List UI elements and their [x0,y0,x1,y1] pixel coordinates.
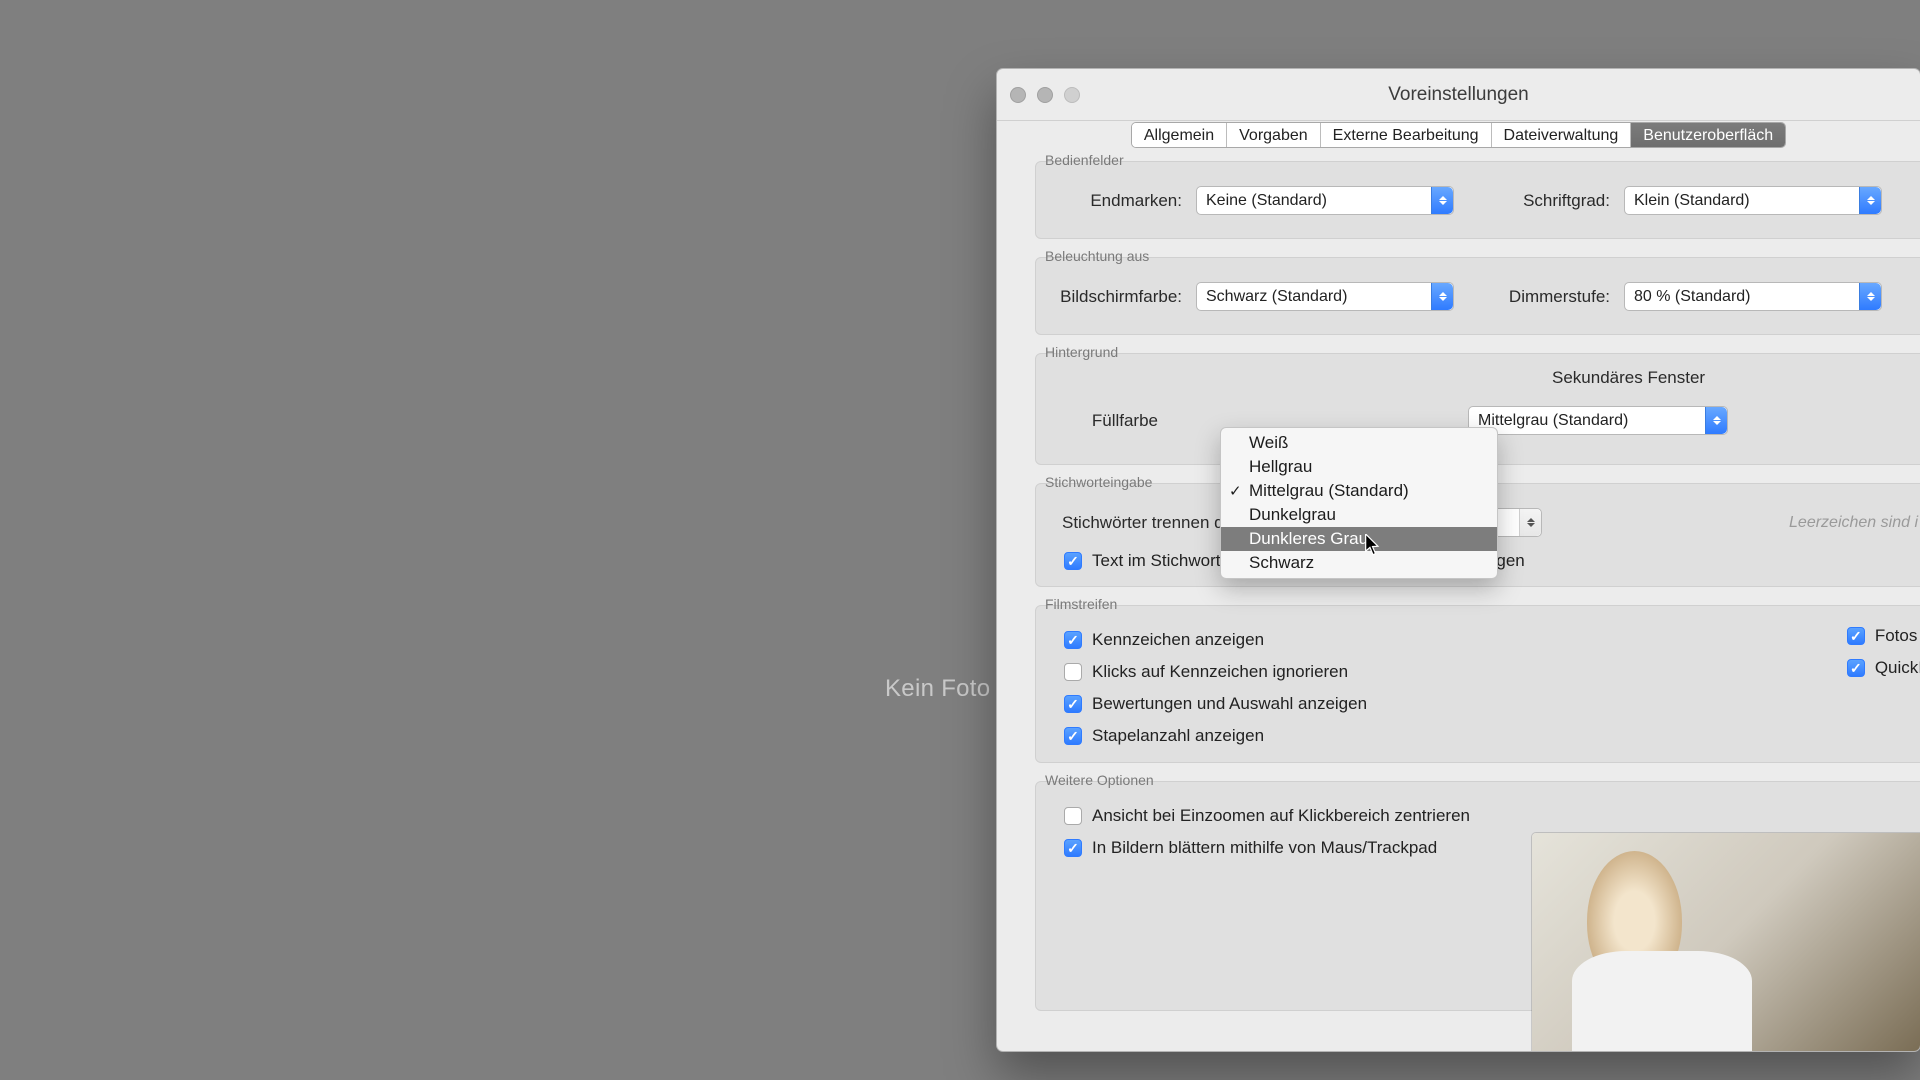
section-title: Stichworteingabe [1042,474,1155,490]
section-title: Hintergrund [1042,344,1121,360]
sekundaer-select[interactable]: Mittelgrau (Standard) [1468,406,1728,435]
tab-vorgaben[interactable]: Vorgaben [1227,123,1321,147]
schriftgrad-value: Klein (Standard) [1634,192,1750,210]
checkbox-icon [1064,631,1082,649]
einzoomen-label: Ansicht bei Einzoomen auf Klickbereich z… [1092,806,1470,826]
fuellfarbe-dropdown[interactable]: WeißHellgrauMittelgrau (Standard)Dunkelg… [1220,427,1498,579]
chevron-updown-icon [1859,283,1881,310]
tabbar: Allgemein Vorgaben Externe Bearbeitung D… [997,122,1920,148]
dropdown-option[interactable]: Dunkleres Grau [1221,527,1497,551]
section-filmstreifen: Filmstreifen Kennzeichen anzeigen Klicks… [1035,605,1920,763]
dropdown-option[interactable]: Schwarz [1221,551,1497,575]
einzoomen-checkbox[interactable]: Ansicht bei Einzoomen auf Klickbereich z… [1064,806,1920,826]
tab-allgemein[interactable]: Allgemein [1132,123,1227,147]
checkbox-icon [1064,695,1082,713]
tab-benutzeroberflaeche[interactable]: Benutzeroberfläch [1631,123,1785,147]
checkbox-icon [1064,727,1082,745]
dimmerstufe-select[interactable]: 80 % (Standard) [1624,282,1882,311]
blaettern-label: In Bildern blättern mithilfe von Maus/Tr… [1092,838,1437,858]
chevron-updown-icon [1431,187,1453,214]
schriftgrad-select[interactable]: Klein (Standard) [1624,186,1882,215]
section-title: Bedienfelder [1042,152,1127,168]
leerzeichen-note: Leerzeichen sind i [1789,514,1920,532]
webcam-thumbnail [1532,833,1920,1051]
chevron-updown-icon [1519,509,1541,536]
kennzeichen-checkbox[interactable]: Kennzeichen anzeigen [1064,630,1920,650]
checkbox-icon [1847,659,1865,677]
dimmerstufe-value: 80 % (Standard) [1634,288,1751,306]
minimize-icon[interactable] [1037,87,1053,103]
quickinfo-checkbox[interactable]: QuickInf [1847,658,1920,678]
dropdown-option[interactable]: Hellgrau [1221,455,1497,479]
dropdown-option[interactable]: Dunkelgrau [1221,503,1497,527]
close-icon[interactable] [1010,87,1026,103]
bildschirmfarbe-label: Bildschirmfarbe: [1060,287,1182,307]
dimmerstufe-label: Dimmerstufe: [1468,287,1610,307]
endmarken-label: Endmarken: [1060,191,1182,211]
fuellfarbe-label: Füllfarbe [1060,411,1158,431]
section-title: Filmstreifen [1042,596,1120,612]
kennzeichen-label: Kennzeichen anzeigen [1092,630,1264,650]
fotos-im-label: Fotos im [1875,626,1920,646]
chevron-updown-icon [1859,187,1881,214]
checkbox-icon [1847,627,1865,645]
window-title: Voreinstellungen [997,84,1920,106]
titlebar: Voreinstellungen [997,69,1920,121]
section-bedienfelder: Bedienfelder Endmarken: Keine (Standard)… [1035,161,1920,239]
section-title: Beleuchtung aus [1042,248,1152,264]
quickinfo-label: QuickInf [1875,658,1920,678]
endmarken-select[interactable]: Keine (Standard) [1196,186,1454,215]
preferences-window: Voreinstellungen Allgemein Vorgaben Exte… [996,68,1920,1052]
bildschirmfarbe-value: Schwarz (Standard) [1206,288,1347,306]
klicks-label: Klicks auf Kennzeichen ignorieren [1092,662,1348,682]
mouse-cursor-icon [1365,534,1381,556]
chevron-updown-icon [1431,283,1453,310]
klicks-checkbox[interactable]: Klicks auf Kennzeichen ignorieren [1064,662,1920,682]
section-title: Weitere Optionen [1042,772,1157,788]
sekundaer-value: Mittelgrau (Standard) [1478,412,1628,430]
fotos-im-checkbox[interactable]: Fotos im [1847,626,1920,646]
bewertungen-checkbox[interactable]: Bewertungen und Auswahl anzeigen [1064,694,1920,714]
sekundaer-heading: Sekundäres Fenster [1552,368,1705,388]
stapelanzahl-checkbox[interactable]: Stapelanzahl anzeigen [1064,726,1920,746]
dropdown-option[interactable]: Mittelgrau (Standard) [1221,479,1497,503]
checkbox-icon [1064,807,1082,825]
checkbox-icon [1064,663,1082,681]
checkbox-icon [1064,552,1082,570]
stapelanzahl-label: Stapelanzahl anzeigen [1092,726,1264,746]
bildschirmfarbe-select[interactable]: Schwarz (Standard) [1196,282,1454,311]
section-beleuchtung: Beleuchtung aus Bildschirmfarbe: Schwarz… [1035,257,1920,335]
traffic-lights [1010,87,1080,103]
chevron-updown-icon [1705,407,1727,434]
bewertungen-label: Bewertungen und Auswahl anzeigen [1092,694,1367,714]
schriftgrad-label: Schriftgrad: [1468,191,1610,211]
tab-dateiverwaltung[interactable]: Dateiverwaltung [1492,123,1632,147]
zoom-icon[interactable] [1064,87,1080,103]
dropdown-option[interactable]: Weiß [1221,431,1497,455]
tab-externe-bearbeitung[interactable]: Externe Bearbeitung [1321,123,1492,147]
endmarken-value: Keine (Standard) [1206,192,1327,210]
checkbox-icon [1064,839,1082,857]
